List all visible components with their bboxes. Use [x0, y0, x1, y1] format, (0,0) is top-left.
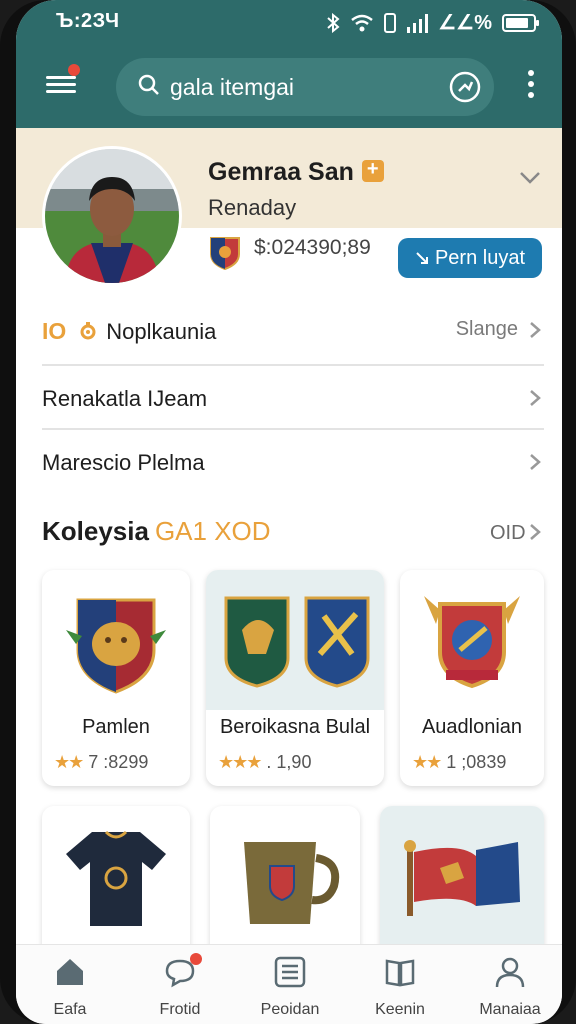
book-icon — [385, 959, 415, 987]
gear-icon — [80, 322, 96, 340]
profile-name: Gemraa San — [208, 158, 384, 187]
chevron-down-icon[interactable] — [518, 170, 542, 186]
nav-item-book[interactable]: Keenin — [350, 945, 450, 1024]
list-icon — [274, 956, 306, 988]
app-screen: Ъ:2ЗЧ ∠∠% gala itemgai Gemraa San+ Renad… — [16, 0, 562, 1024]
wifi-icon — [351, 14, 374, 31]
rating-stars: ★★★ — [218, 752, 262, 772]
menu-row-2[interactable]: Renakatla IJeam — [42, 366, 544, 430]
nav-label: Eafa — [53, 1001, 87, 1018]
cta-label: Pern luyat — [434, 246, 526, 269]
player-photo — [45, 149, 179, 283]
search-bar[interactable] — [116, 58, 494, 116]
card-meta: ★★ 1 ;0839 — [412, 752, 506, 773]
nav-item-chat[interactable]: Frotid — [130, 945, 230, 1024]
home-icon — [57, 959, 83, 985]
jersey-icon — [66, 830, 166, 926]
card-value: . 1,90 — [266, 752, 312, 772]
card-title: Auadlonian — [421, 716, 523, 738]
app-header: Ъ:2ЗЧ ∠∠% — [16, 0, 562, 128]
chevron-right-icon[interactable] — [528, 522, 542, 542]
collection-card[interactable]: Beroikasna Bulal ★★★. 1,90 — [206, 570, 384, 786]
scan-icon[interactable] — [448, 70, 482, 104]
club-badge-icon — [210, 237, 240, 270]
menu-button[interactable] — [46, 72, 76, 98]
chevron-right-icon — [530, 390, 541, 406]
collection-card[interactable]: Pamlen ★★ 7 :8299 — [42, 570, 190, 786]
card-meta: ★★ 7 :8299 — [54, 752, 148, 773]
profile-subtitle: Renaday — [208, 195, 297, 220]
nav-item-profile[interactable]: Manaiaa — [460, 945, 560, 1024]
signal-icon — [407, 13, 429, 33]
notification-dot — [190, 953, 202, 965]
phone-frame: Ъ:2ЗЧ ∠∠% gala itemgai Gemraa San+ Renad… — [0, 0, 576, 1024]
rating-stars: ★★ — [54, 752, 84, 772]
row-label: Marescio Plelma — [42, 450, 205, 475]
status-time: Ъ:2ЗЧ — [56, 10, 120, 32]
section-accent: GA1 XOD — [154, 516, 271, 546]
status-bar: Ъ:2ЗЧ ∠∠% — [16, 0, 562, 44]
profile-name-text: Gemraa San — [208, 158, 354, 186]
row-right-text: Slange — [455, 318, 518, 340]
bluetooth-icon — [327, 12, 340, 33]
verified-badge-icon — [361, 158, 384, 182]
nav-item-list[interactable]: Peoidan — [240, 945, 340, 1024]
status-icons: ∠∠% — [326, 10, 539, 35]
vibrate-icon — [384, 12, 397, 33]
nav-label: Peoidan — [260, 1001, 320, 1018]
balance-value: $:024390;89 — [254, 236, 371, 259]
nav-label: Keenin — [375, 1001, 425, 1018]
battery-icon — [502, 13, 539, 32]
rating-stars: ★★ — [412, 752, 442, 772]
search-input[interactable] — [170, 71, 400, 103]
nav-label: Manaiaa — [479, 1001, 541, 1018]
nav-item-home[interactable]: Eafa — [20, 945, 120, 1024]
chevron-right-icon — [530, 454, 541, 470]
search-icon — [138, 74, 159, 95]
crest-icon — [66, 598, 166, 694]
bottom-navigation: Eafa Frotid Peoidan Keenin Manaiaa — [16, 944, 562, 1024]
avatar[interactable] — [42, 146, 182, 286]
card-meta: ★★★. 1,90 — [218, 752, 311, 773]
see-all-link[interactable]: OID — [490, 522, 526, 545]
nav-label: Frotid — [159, 1001, 201, 1018]
menu-row-3[interactable]: Marescio Plelma — [42, 430, 544, 494]
flag-icon — [380, 806, 544, 946]
card-title: Beroikasna Bulal — [219, 716, 371, 738]
cta-button[interactable]: Pern luyat — [398, 238, 542, 278]
mug-icon — [244, 842, 340, 924]
section-title: Koleysia GA1 XOD — [42, 516, 271, 547]
row-label: Renakatla IJeam — [42, 386, 208, 411]
notification-dot — [68, 64, 80, 76]
section-title-text: Koleysia — [42, 516, 149, 546]
collection-card[interactable]: Auadlonian ★★ 1 ;0839 — [400, 570, 544, 786]
card-title: Pamlen — [82, 716, 150, 738]
user-icon — [495, 957, 525, 988]
rank-value: IO — [42, 318, 67, 344]
row-label-text: Noplkaunia — [106, 319, 217, 344]
battery-percent: ∠∠% — [438, 12, 492, 34]
more-options-icon[interactable] — [524, 70, 538, 102]
crest-icon — [424, 596, 520, 689]
card-value: 1 ;0839 — [446, 752, 507, 772]
crest-pair-icon — [206, 570, 384, 710]
chevron-right-icon — [530, 322, 541, 338]
arrow-icon — [416, 252, 428, 264]
menu-row-rank[interactable]: IO Noplkaunia Slange — [42, 298, 544, 362]
card-value: 7 :8299 — [88, 752, 149, 772]
row-label: IO Noplkaunia — [42, 318, 216, 345]
